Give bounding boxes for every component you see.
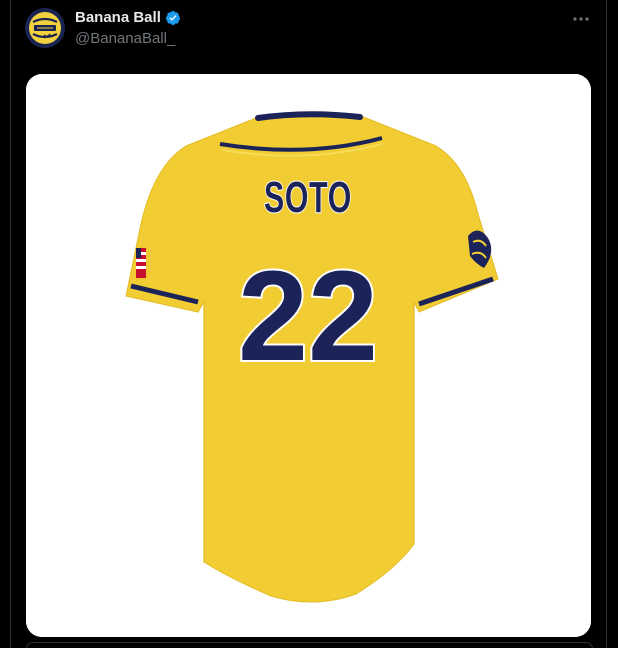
flag-patch-icon <box>136 248 146 278</box>
more-horizontal-icon[interactable] <box>570 8 592 30</box>
post-media-image[interactable]: SOTO 22 <box>26 74 591 637</box>
jersey-image: SOTO 22 <box>26 74 591 637</box>
jersey-player-name: SOTO <box>264 173 352 222</box>
next-card-edge <box>26 642 593 648</box>
post-header: Banana Ball @BananaBall_ <box>25 6 605 50</box>
timeline-frame: Banana Ball @BananaBall_ SOTO 22 <box>0 0 618 648</box>
author-name-row[interactable]: Banana Ball <box>75 9 181 27</box>
verified-badge-icon[interactable] <box>165 10 181 26</box>
banana-ball-logo-icon <box>25 8 65 48</box>
author-avatar[interactable] <box>25 8 65 48</box>
author-display-name[interactable]: Banana Ball <box>75 9 161 27</box>
column-border-right <box>606 0 607 648</box>
jersey-number: 22 <box>238 245 378 388</box>
column-border-left <box>10 0 11 648</box>
author-handle[interactable]: @BananaBall_ <box>75 30 175 48</box>
